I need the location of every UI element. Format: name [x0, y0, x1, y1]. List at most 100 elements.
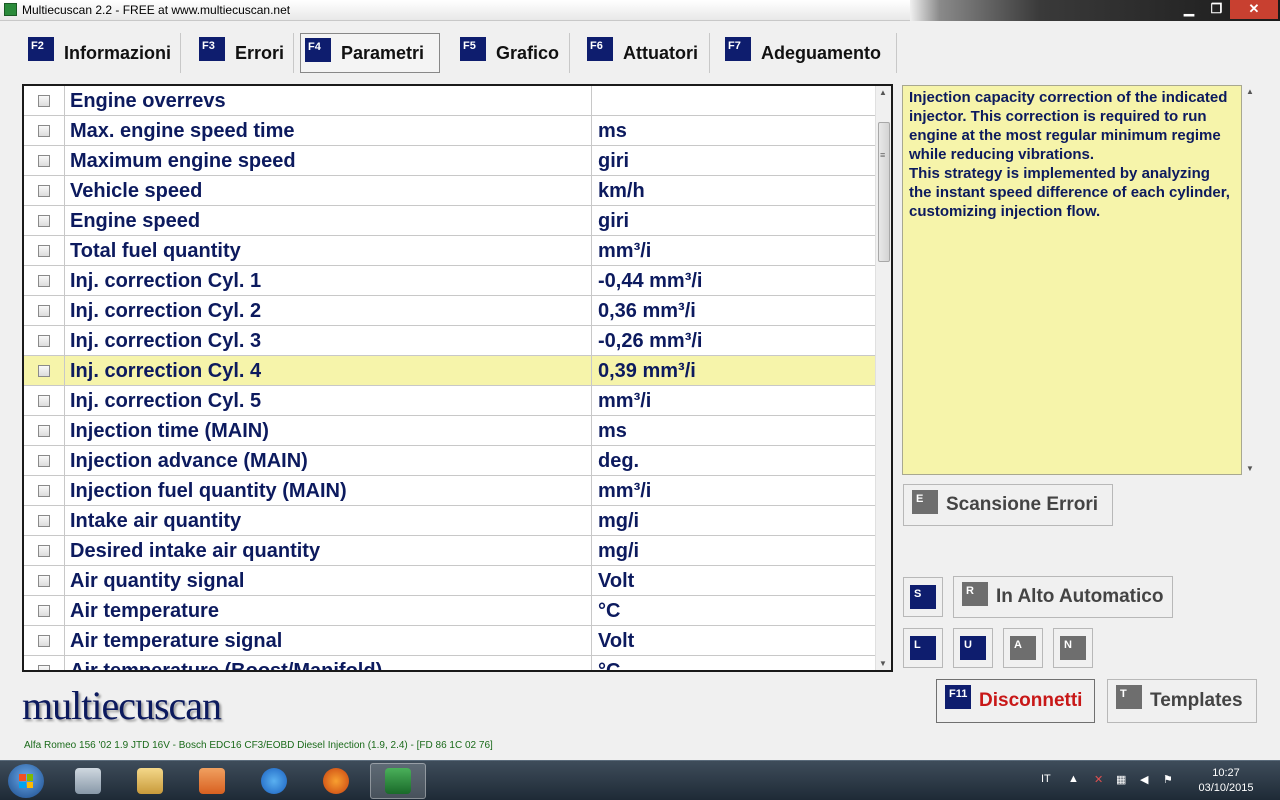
scrollbar-thumb[interactable]	[878, 122, 890, 262]
tab-parametri[interactable]: F4 Parametri	[300, 33, 440, 73]
column-divider	[64, 206, 65, 236]
show-hidden-icons-icon[interactable]: ▲	[1068, 773, 1079, 785]
disconnect-button[interactable]: F11 Disconnetti	[936, 679, 1095, 723]
media-player-icon	[199, 768, 225, 794]
button-key: E	[912, 490, 938, 514]
parameter-name: Maximum engine speed	[70, 150, 296, 172]
row-checkbox[interactable]	[38, 545, 50, 557]
row-checkbox[interactable]	[38, 515, 50, 527]
table-scrollbar[interactable]: ▲ ≡ ▼	[875, 86, 891, 670]
table-row[interactable]: Inj. correction Cyl. 5 mm³/i	[24, 386, 875, 416]
a-button[interactable]: A	[1003, 628, 1043, 668]
volume-icon[interactable]: ◀	[1140, 773, 1148, 786]
table-row[interactable]: Air temperature °C	[24, 596, 875, 626]
row-checkbox[interactable]	[38, 455, 50, 467]
row-checkbox[interactable]	[38, 125, 50, 137]
row-checkbox[interactable]	[38, 155, 50, 167]
row-checkbox[interactable]	[38, 485, 50, 497]
parameter-value: mg/i	[598, 510, 640, 532]
action-center-icon[interactable]: ▦	[1116, 773, 1126, 786]
row-checkbox[interactable]	[38, 185, 50, 197]
media-player-taskbar-item[interactable]	[184, 763, 240, 799]
internet-explorer-taskbar-item[interactable]	[246, 763, 302, 799]
table-row[interactable]: Air temperature signal Volt	[24, 626, 875, 656]
table-row[interactable]: Injection advance (MAIN) deg.	[24, 446, 875, 476]
table-row[interactable]: Desired intake air quantity mg/i	[24, 536, 875, 566]
table-row[interactable]: Intake air quantity mg/i	[24, 506, 875, 536]
table-row[interactable]: Maximum engine speed giri	[24, 146, 875, 176]
tab-attuatori[interactable]: F6 Attuatori	[583, 33, 710, 73]
scroll-up-arrow-icon[interactable]: ▲	[1246, 87, 1254, 96]
column-divider	[64, 176, 65, 206]
table-row[interactable]: Engine speed giri	[24, 206, 875, 236]
parameter-value: Volt	[598, 570, 635, 592]
button-key: U	[960, 636, 986, 660]
table-row[interactable]: Vehicle speed km/h	[24, 176, 875, 206]
system-clock[interactable]: 10:27 03/10/2015	[1188, 766, 1264, 796]
l-button[interactable]: L	[903, 628, 943, 668]
row-checkbox[interactable]	[38, 95, 50, 107]
parameter-name: Inj. correction Cyl. 2	[70, 300, 262, 322]
table-row[interactable]: Max. engine speed time ms	[24, 116, 875, 146]
minimize-button[interactable]: ▁	[1175, 0, 1203, 19]
description-paragraph-1: Injection capacity correction of the ind…	[909, 89, 1228, 163]
scroll-up-arrow-icon[interactable]: ▲	[879, 88, 887, 97]
row-checkbox[interactable]	[38, 305, 50, 317]
row-checkbox[interactable]	[38, 245, 50, 257]
tab-informazioni[interactable]: F2 Informazioni	[24, 33, 181, 73]
templates-button[interactable]: T Templates	[1107, 679, 1257, 723]
row-checkbox[interactable]	[38, 395, 50, 407]
u-button[interactable]: U	[953, 628, 993, 668]
row-checkbox[interactable]	[38, 605, 50, 617]
row-checkbox[interactable]	[38, 665, 50, 670]
flag-icon[interactable]: ⚑	[1163, 773, 1173, 786]
firefox-taskbar-item[interactable]	[308, 763, 364, 799]
parameter-value: mm³/i	[598, 240, 652, 262]
table-row[interactable]: Total fuel quantity mm³/i	[24, 236, 875, 266]
tab-label: Errori	[235, 42, 285, 63]
row-checkbox[interactable]	[38, 425, 50, 437]
tab-grafico[interactable]: F5 Grafico	[456, 33, 570, 73]
multiecuscan-icon	[385, 768, 411, 794]
calculator-taskbar-item[interactable]	[60, 763, 116, 799]
s-button[interactable]: S	[903, 577, 943, 617]
column-divider	[591, 446, 592, 476]
column-divider	[591, 296, 592, 326]
table-row[interactable]: Air temperature (Boost/Manifold) °C	[24, 656, 875, 670]
start-button[interactable]	[8, 764, 44, 798]
table-row[interactable]: Inj. correction Cyl. 1 -0,44 mm³/i	[24, 266, 875, 296]
row-checkbox[interactable]	[38, 275, 50, 287]
parameter-name: Inj. correction Cyl. 3	[70, 330, 262, 352]
multiecuscan-taskbar-item[interactable]	[370, 763, 426, 799]
row-checkbox[interactable]	[38, 575, 50, 587]
n-button[interactable]: N	[1053, 628, 1093, 668]
close-button[interactable]: ✕	[1230, 0, 1278, 19]
scan-errors-button[interactable]: E Scansione Errori	[903, 484, 1113, 526]
row-checkbox[interactable]	[38, 365, 50, 377]
scroll-down-arrow-icon[interactable]: ▼	[879, 659, 887, 668]
scroll-down-arrow-icon[interactable]: ▼	[1246, 464, 1254, 473]
table-row[interactable]: Inj. correction Cyl. 4 0,39 mm³/i	[24, 356, 875, 386]
tab-errori[interactable]: F3 Errori	[195, 33, 294, 73]
row-checkbox[interactable]	[38, 335, 50, 347]
auto-scroll-top-button[interactable]: R In Alto Automatico	[953, 576, 1173, 618]
table-row[interactable]: Air quantity signal Volt	[24, 566, 875, 596]
table-row[interactable]: Injection time (MAIN) ms	[24, 416, 875, 446]
parameter-value: mg/i	[598, 540, 640, 562]
maximize-button[interactable]: ❐	[1203, 0, 1230, 19]
row-checkbox[interactable]	[38, 635, 50, 647]
explorer-taskbar-item[interactable]	[122, 763, 178, 799]
parameter-value: mm³/i	[598, 390, 652, 412]
table-row[interactable]: Injection fuel quantity (MAIN) mm³/i	[24, 476, 875, 506]
network-icon[interactable]: ✕	[1094, 773, 1103, 786]
table-row[interactable]: Inj. correction Cyl. 3 -0,26 mm³/i	[24, 326, 875, 356]
scrollbar-grip-icon: ≡	[880, 150, 886, 160]
table-row[interactable]: Inj. correction Cyl. 2 0,36 mm³/i	[24, 296, 875, 326]
column-divider	[591, 536, 592, 566]
parameter-name: Injection advance (MAIN)	[70, 450, 308, 472]
table-row[interactable]: Engine overrevs	[24, 86, 875, 116]
row-checkbox[interactable]	[38, 215, 50, 227]
language-indicator[interactable]: IT	[1041, 773, 1051, 785]
description-scrollbar[interactable]: ▲ ▼	[1243, 85, 1257, 475]
tab-adeguamento[interactable]: F7 Adeguamento	[721, 33, 897, 73]
